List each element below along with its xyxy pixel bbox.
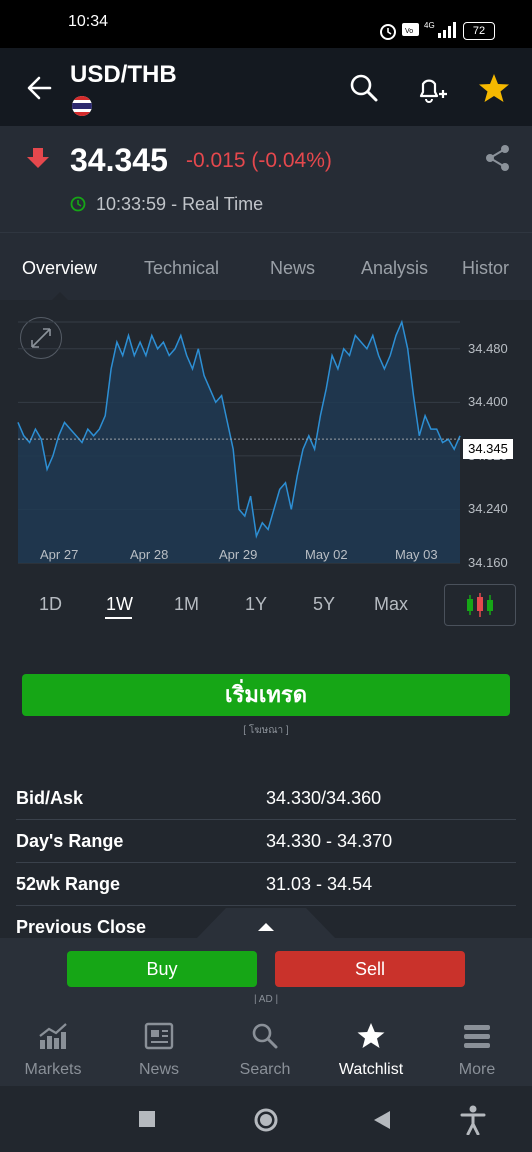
- range-active-underline: [105, 617, 132, 619]
- divider: [16, 862, 516, 863]
- svg-text:4G: 4G: [424, 21, 435, 30]
- x-tick-label: Apr 29: [219, 547, 258, 562]
- trade-ad-label: | AD |: [253, 994, 279, 1005]
- range-max[interactable]: Max: [374, 594, 408, 615]
- stat-label-bid-ask: Bid/Ask: [16, 788, 84, 808]
- star-icon: [357, 1023, 385, 1048]
- stat-label-52wk-range: 52wk Range: [16, 874, 121, 894]
- tab-news[interactable]: News: [270, 258, 315, 279]
- search-icon: [252, 1023, 278, 1049]
- accessibility-icon[interactable]: [460, 1105, 486, 1135]
- stat-label-previous-close: Previous Close: [16, 917, 147, 937]
- menu-icon: [464, 1025, 490, 1048]
- thailand-flag-icon: [72, 96, 92, 116]
- nav-label: News: [138, 1061, 179, 1078]
- volte-icon: Vo: [402, 23, 419, 36]
- markets-icon: [39, 1023, 67, 1049]
- range-1m[interactable]: 1M: [174, 594, 199, 615]
- tab-overview[interactable]: Overview: [22, 258, 97, 279]
- nav-more[interactable]: More: [424, 1022, 530, 1079]
- nav-watchlist[interactable]: Watchlist: [318, 1022, 424, 1079]
- home-icon[interactable]: [253, 1107, 279, 1133]
- nav-label: Watchlist: [338, 1061, 404, 1078]
- alarm-icon: [380, 24, 396, 40]
- candlestick-toggle[interactable]: [444, 584, 516, 626]
- status-time: 10:34: [68, 13, 109, 30]
- y-tick-label: 34.400: [468, 394, 508, 410]
- recents-icon[interactable]: [138, 1110, 156, 1128]
- y-tick-label: 34.240: [468, 501, 508, 517]
- nav-label: More: [458, 1061, 496, 1078]
- start-trade-button[interactable]: เริ่มเทรด: [22, 674, 510, 716]
- share-icon[interactable]: [484, 144, 512, 172]
- stat-value-days-range: 34.330 - 34.370: [266, 831, 393, 851]
- nav-news[interactable]: News: [106, 1022, 212, 1079]
- status-bar: 10:34 Vo 4G 72: [0, 0, 532, 48]
- x-tick-label: Apr 27: [40, 547, 79, 562]
- range-1w[interactable]: 1W: [106, 594, 133, 615]
- trade-bar-handle[interactable]: [196, 908, 336, 939]
- range-5y[interactable]: 5Y: [313, 594, 335, 615]
- tab-analysis[interactable]: Analysis: [361, 258, 428, 279]
- signal-icon: 4G: [424, 21, 456, 38]
- price-chart[interactable]: [0, 300, 532, 580]
- candlestick-icon: [467, 593, 493, 617]
- active-tab-indicator: [52, 292, 68, 300]
- current-price-label: 34.345: [463, 439, 513, 459]
- add-alert-icon[interactable]: [415, 72, 449, 104]
- y-tick-label: 34.160: [468, 555, 508, 570]
- back-icon[interactable]: [372, 1110, 392, 1130]
- range-1y[interactable]: 1Y: [245, 594, 267, 615]
- stat-value-bid-ask: 34.330/34.360: [266, 788, 382, 808]
- quote-time-status: 10:33:59 - Real Time: [96, 194, 264, 214]
- x-tick-label: Apr 28: [130, 547, 169, 562]
- tab-history[interactable]: Histor: [462, 258, 509, 279]
- news-icon: [144, 1022, 174, 1050]
- nav-label: Search: [239, 1061, 291, 1078]
- nav-label: Markets: [24, 1061, 82, 1078]
- buy-button[interactable]: Buy: [67, 951, 257, 987]
- x-tick-label: May 03: [395, 547, 438, 562]
- ad-label: [ โฆษณา ]: [243, 725, 289, 736]
- svg-text:Vo: Vo: [405, 28, 413, 35]
- price-area: [18, 322, 460, 563]
- clock-icon: [70, 196, 86, 212]
- battery-icon: 72: [463, 22, 495, 40]
- nav-search[interactable]: Search: [212, 1022, 318, 1079]
- nav-markets[interactable]: Markets: [0, 1022, 106, 1079]
- x-tick-label: May 02: [305, 547, 348, 562]
- current-price: 34.345: [70, 142, 168, 178]
- divider: [16, 819, 516, 820]
- star-icon[interactable]: [478, 72, 510, 104]
- arrow-down-icon: [27, 148, 49, 168]
- page-title: USD/THB: [70, 61, 177, 88]
- price-change: -0.015 (-0.04%): [186, 149, 332, 172]
- y-tick-label: 34.480: [468, 340, 508, 356]
- divider: [16, 905, 516, 906]
- back-arrow-icon[interactable]: [24, 73, 54, 103]
- tab-technical[interactable]: Technical: [144, 258, 219, 279]
- stat-value-52wk-range: 31.03 - 34.54: [266, 874, 373, 894]
- range-1d[interactable]: 1D: [39, 594, 62, 615]
- search-icon[interactable]: [349, 73, 379, 103]
- stat-label-days-range: Day's Range: [16, 831, 124, 851]
- sell-button[interactable]: Sell: [275, 951, 465, 987]
